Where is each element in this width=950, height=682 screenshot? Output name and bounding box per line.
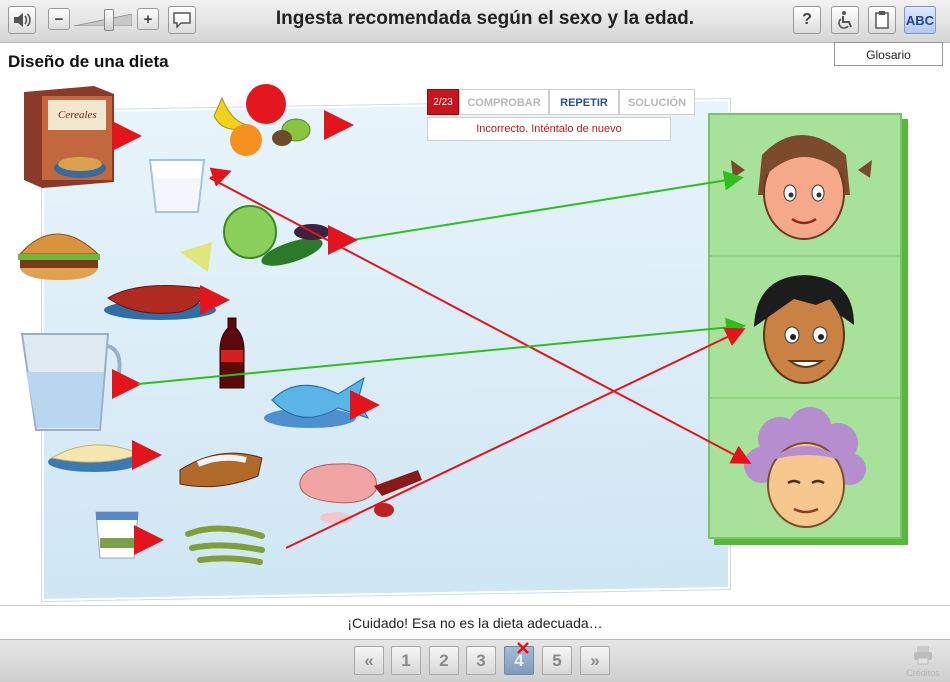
food-fish[interactable] — [264, 376, 370, 428]
first-page-button[interactable]: « — [354, 646, 384, 675]
clipboard-icon — [875, 11, 889, 29]
clipboard-button[interactable] — [868, 6, 896, 34]
volume-slider-track[interactable] — [74, 14, 132, 26]
page-button-1[interactable]: 1 — [391, 646, 421, 675]
line-vegetables-to-girl — [351, 170, 744, 241]
food-fruits[interactable] — [213, 84, 311, 156]
solution-button[interactable]: SOLUCIÓN — [619, 89, 695, 115]
volume-up-button[interactable]: + — [137, 8, 159, 30]
food-green-beans[interactable] — [185, 525, 265, 565]
top-toolbar: − + Ingesta recomendada según el sexo y … — [0, 0, 950, 43]
speaker-button[interactable] — [8, 6, 36, 34]
credits-link[interactable]: Créditos — [903, 668, 943, 678]
pagination-bar: « 1 2 3 4 5 » Créditos — [0, 639, 950, 682]
cereal-box-label: Cereales — [58, 109, 97, 121]
activity-controls: 2/23 COMPROBAR REPETIR SOLUCIÓN — [427, 89, 697, 115]
food-cola-bottle[interactable] — [219, 317, 245, 389]
food-pastry[interactable] — [179, 452, 263, 488]
volume-down-button[interactable]: − — [48, 8, 70, 30]
page-button-3[interactable]: 3 — [466, 646, 496, 675]
food-yogurt[interactable] — [95, 511, 139, 559]
page-button-2[interactable]: 2 — [429, 646, 459, 675]
food-connection-canvas: Cereales — [18, 84, 752, 565]
printer-icon[interactable] — [912, 644, 934, 666]
food-steak[interactable] — [104, 285, 216, 320]
food-pasta[interactable] — [48, 444, 142, 472]
food-vegetables[interactable] — [180, 205, 330, 272]
food-water-jug[interactable] — [20, 333, 122, 431]
check-button[interactable]: COMPROBAR — [459, 89, 549, 115]
accessibility-icon — [838, 11, 852, 29]
abc-button[interactable]: ABC — [904, 6, 936, 34]
page-button-5[interactable]: 5 — [542, 646, 572, 675]
food-sausage[interactable] — [299, 463, 422, 524]
status-message: ¡Cuidado! Esa no es la dieta adecuada… — [0, 605, 950, 640]
feedback-message: Incorrecto. Inténtalo de nuevo — [427, 117, 671, 141]
volume-slider-handle[interactable] — [104, 9, 114, 31]
app-title: Ingesta recomendada según el sexo y la e… — [275, 8, 695, 29]
speaker-icon — [14, 13, 31, 27]
accessibility-button[interactable] — [831, 6, 859, 34]
section-title: Diseño de una dieta — [8, 52, 169, 71]
help-button[interactable]: ? — [793, 6, 821, 34]
repeat-button[interactable]: REPETIR — [549, 89, 619, 115]
incorrect-mark-icon — [517, 642, 529, 654]
help-icon: ? — [802, 11, 812, 28]
food-hamburger[interactable] — [18, 233, 100, 280]
comments-button[interactable] — [168, 6, 196, 34]
speech-bubble-icon — [173, 12, 191, 29]
food-cereal-box[interactable]: Cereales — [24, 86, 114, 188]
activity-area: Cereales 2/23 COMPROBAR REPETIR SOLUCIÓN… — [0, 75, 950, 605]
activity-counter: 2/23 — [427, 89, 459, 115]
food-glass-of-milk[interactable] — [148, 159, 206, 213]
glossary-button[interactable]: Glosario — [834, 42, 943, 66]
last-page-button[interactable]: » — [580, 646, 610, 675]
